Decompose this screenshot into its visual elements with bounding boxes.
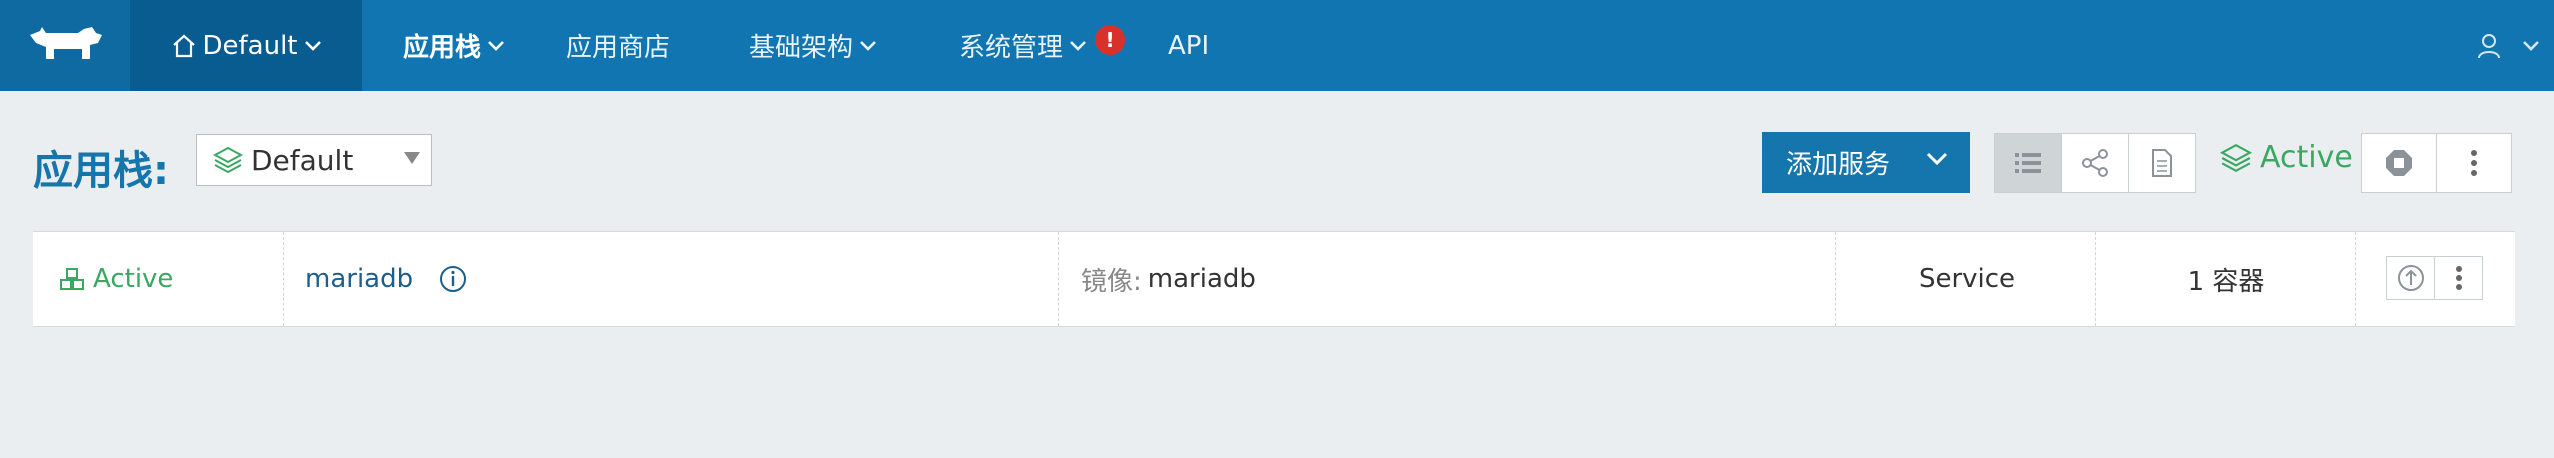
environment-switcher[interactable]: Default (130, 0, 362, 91)
stack-select[interactable]: Default (196, 134, 432, 186)
view-mode-toggle (1994, 133, 2196, 193)
share-graph-icon (2082, 149, 2108, 177)
stop-icon (2386, 150, 2412, 176)
column-divider (283, 232, 284, 326)
stack-actions (2361, 133, 2512, 193)
document-icon (2152, 149, 2172, 177)
image-value: mariadb (1147, 264, 1256, 294)
nav-item-label: 应用商店 (566, 33, 671, 63)
service-actions (2386, 256, 2483, 300)
page-title: 应用栈: (33, 148, 169, 194)
chevron-down-icon (2523, 40, 2539, 51)
service-status: Active (59, 232, 173, 326)
layers-icon (2220, 143, 2252, 172)
list-icon (2015, 153, 2041, 173)
chevron-down-icon (1926, 152, 1948, 166)
containers-icon (60, 268, 84, 290)
caret-down-icon (404, 152, 420, 164)
nav-item-admin[interactable]: 系统管理 ! (959, 0, 1126, 91)
nav-item-catalog[interactable]: 应用商店 (566, 0, 670, 91)
stack-status: Active (2220, 140, 2353, 175)
service-more-button[interactable] (2434, 256, 2483, 300)
environment-label: Default (202, 30, 298, 61)
service-name: mariadb (305, 232, 467, 326)
more-vertical-icon (2471, 150, 2477, 176)
chevron-down-icon (860, 40, 876, 51)
service-status-label: Active (93, 264, 174, 294)
table-row: Active mariadb 镜像: mariadb Service 1 容器 (33, 231, 2515, 327)
add-service-button[interactable]: 添加服务 (1762, 132, 1970, 193)
rancher-logo[interactable] (0, 0, 130, 91)
more-vertical-icon (2455, 266, 2462, 290)
column-divider (1058, 232, 1059, 326)
graph-view-button[interactable] (2061, 133, 2129, 193)
user-menu[interactable] (2476, 0, 2540, 91)
nav-item-label: 基础架构 (749, 33, 854, 63)
alert-badge: ! (1095, 24, 1126, 55)
stack-status-label: Active (2260, 140, 2353, 175)
nav-item-api[interactable]: API (1168, 0, 1209, 91)
nav-item-label: API (1168, 30, 1210, 61)
compose-file-button[interactable] (2128, 133, 2196, 193)
nav-item-label: 应用栈 (403, 33, 482, 63)
service-name-link[interactable]: mariadb (305, 264, 413, 294)
container-count: 1 容器 (2187, 266, 2265, 297)
layers-icon (213, 146, 243, 174)
stack-more-button[interactable] (2436, 133, 2512, 193)
home-icon (172, 34, 195, 57)
info-icon[interactable] (439, 265, 467, 293)
chevron-down-icon (304, 40, 321, 51)
chevron-down-icon (1070, 40, 1086, 51)
nav-item-stacks[interactable]: 应用栈 (403, 0, 505, 91)
stack-select-value: Default (251, 143, 354, 177)
column-divider (2355, 232, 2356, 326)
stop-stack-button[interactable] (2361, 133, 2437, 193)
add-service-label: 添加服务 (1786, 150, 1891, 180)
user-icon (2478, 33, 2500, 58)
top-navbar: Default 应用栈 应用商店 基础架构 系统管理 ! API (0, 0, 2554, 91)
nav-item-label: 系统管理 (959, 33, 1064, 63)
service-image: 镜像: mariadb (1081, 232, 1256, 326)
service-kind: Service (1918, 264, 2016, 294)
list-view-button[interactable] (1994, 133, 2062, 193)
upgrade-button[interactable] (2386, 256, 2435, 300)
nav-item-infrastructure[interactable]: 基础架构 (749, 0, 877, 91)
column-divider (1835, 232, 1836, 326)
image-label: 镜像: (1081, 266, 1142, 297)
chevron-down-icon (488, 40, 504, 51)
upgrade-icon (2397, 265, 2424, 291)
